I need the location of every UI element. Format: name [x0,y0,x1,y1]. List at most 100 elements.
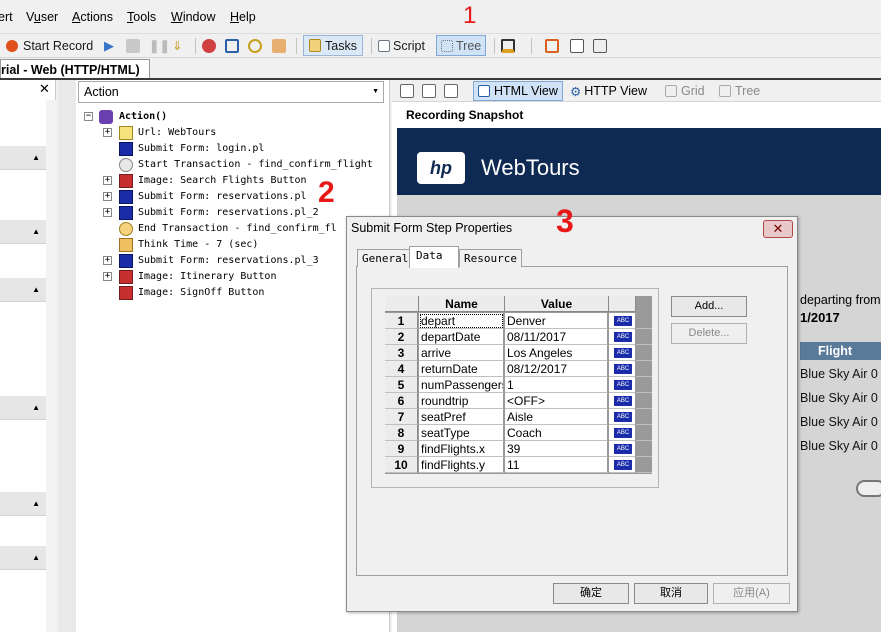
param-name-cell[interactable]: numPassengers [419,377,504,393]
encoding-cell[interactable]: ABC [609,441,635,457]
param-name-cell[interactable]: depart [419,313,504,329]
param-value-cell[interactable]: Denver [505,313,608,329]
expand-icon[interactable]: + [103,176,112,185]
parameter-icon[interactable] [570,35,584,56]
abc-encoding-icon[interactable]: ABC [614,396,632,406]
param-name-cell[interactable]: returnDate [419,361,504,377]
param-name-cell[interactable]: roundtrip [419,393,504,409]
grid-row[interactable]: 1 depart Denver ABC [385,313,652,329]
menu-tools[interactable]: Tools [127,10,156,24]
grid-row[interactable]: 6 roundtrip <OFF> ABC [385,393,652,409]
pane-section[interactable]: ▲ [0,546,46,570]
compile-icon[interactable]: ⇓ [172,35,182,56]
snapshot-replay-icon[interactable] [422,81,436,101]
snapshot-compare-icon[interactable] [444,81,458,101]
abc-encoding-icon[interactable]: ABC [614,460,632,470]
name-column-header[interactable]: Name [419,296,505,312]
cancel-button[interactable]: 取消 [634,583,708,604]
tab-resource[interactable]: Resource [459,249,522,267]
pane-section[interactable]: ▲ [0,220,46,244]
http-view-button[interactable]: ⚙ HTTP View [570,81,647,101]
param-value-cell[interactable]: Coach [505,425,608,441]
encoding-cell[interactable]: ABC [609,345,635,361]
left-pane-scrollbar[interactable] [46,100,56,632]
grid-row[interactable]: 3 arrive Los Angeles ABC [385,345,652,361]
pane-section[interactable]: ▲ [0,492,46,516]
start-record-button[interactable]: Start Record [6,35,93,56]
flight-row[interactable]: Blue Sky Air 0 [800,367,878,381]
expand-icon[interactable]: + [103,208,112,217]
param-value-cell[interactable]: <OFF> [505,393,608,409]
param-value-cell[interactable]: 08/12/2017 [505,361,608,377]
param-name-cell[interactable]: seatType [419,425,504,441]
menu-help[interactable]: Help [230,10,256,24]
param-value-cell[interactable]: Aisle [505,409,608,425]
script-document-tab[interactable]: rial - Web (HTTP/HTML) [0,59,150,79]
correlation-icon[interactable] [545,35,559,56]
expand-icon[interactable]: + [103,256,112,265]
abc-encoding-icon[interactable]: ABC [614,348,632,358]
param-name-cell[interactable]: arrive [419,345,504,361]
param-name-cell[interactable]: departDate [419,329,504,345]
apply-button[interactable]: 应用(A) [713,583,790,604]
play-icon[interactable]: ▶ [104,35,114,56]
copy-icon[interactable] [593,35,607,56]
param-value-cell[interactable]: 39 [505,441,608,457]
encoding-cell[interactable]: ABC [609,409,635,425]
close-icon[interactable]: ✕ [763,220,793,238]
script-view-button[interactable]: Script [378,35,425,56]
close-pane-icon[interactable]: ✕ [39,81,50,97]
grid-row[interactable]: 8 seatType Coach ABC [385,425,652,441]
breakpoint-icon[interactable] [202,35,216,56]
tab-data[interactable]: Data [409,246,459,268]
grid-row[interactable]: 7 seatPref Aisle ABC [385,409,652,425]
grid-row[interactable]: 9 findFlights.x 39 ABC [385,441,652,457]
param-value-cell[interactable]: 1 [505,377,608,393]
encoding-cell[interactable]: ABC [609,393,635,409]
expand-icon[interactable]: + [103,272,112,281]
snapshot-record-icon[interactable] [400,81,414,101]
ok-button[interactable]: 确定 [553,583,629,604]
html-view-button[interactable]: HTML View [473,81,563,101]
value-column-header[interactable]: Value [505,296,609,312]
tree-snapshot-button[interactable]: Tree [719,81,760,101]
param-name-cell[interactable]: findFlights.y [419,457,504,473]
menu-vuser[interactable]: Vuser [26,10,58,24]
menu-window[interactable]: Window [171,10,215,24]
encoding-cell[interactable]: ABC [609,457,635,473]
add-button[interactable]: Add... [671,296,747,317]
rendezvous-icon[interactable] [248,35,262,56]
snapshot-button[interactable] [856,480,881,497]
grid-row[interactable]: 2 departDate 08/11/2017 ABC [385,329,652,345]
pause-icon[interactable]: ❚❚ [149,35,170,56]
encoding-cell[interactable]: ABC [609,361,635,377]
flight-row[interactable]: Blue Sky Air 0 [800,391,878,405]
pane-section[interactable]: ▲ [0,146,46,170]
abc-encoding-icon[interactable]: ABC [614,444,632,454]
encoding-cell[interactable]: ABC [609,425,635,441]
abc-encoding-icon[interactable]: ABC [614,364,632,374]
encoding-cell[interactable]: ABC [609,329,635,345]
snapshot-pane-icon[interactable] [501,35,515,56]
comment-icon[interactable] [272,35,286,56]
grid-row[interactable]: 4 returnDate 08/12/2017 ABC [385,361,652,377]
abc-encoding-icon[interactable]: ABC [614,380,632,390]
tab-general[interactable]: General [357,249,414,267]
abc-encoding-icon[interactable]: ABC [614,428,632,438]
flight-row[interactable]: Blue Sky Air 0 [800,439,878,453]
pane-section[interactable]: ▲ [0,278,46,302]
expand-icon[interactable]: + [103,128,112,137]
encoding-cell[interactable]: ABC [609,313,635,329]
tasks-button[interactable]: Tasks [303,35,363,56]
param-name-cell[interactable]: seatPref [419,409,504,425]
transaction-icon[interactable] [225,35,239,56]
param-value-cell[interactable]: Los Angeles [505,345,608,361]
grid-view-button[interactable]: Grid [665,81,705,101]
stop-icon[interactable] [126,35,140,56]
abc-encoding-icon[interactable]: ABC [614,316,632,326]
collapse-icon[interactable]: − [84,112,93,121]
grid-row[interactable]: 5 numPassengers 1 ABC [385,377,652,393]
expand-icon[interactable]: + [103,192,112,201]
menu-insert[interactable]: ert [0,10,13,24]
abc-encoding-icon[interactable]: ABC [614,412,632,422]
